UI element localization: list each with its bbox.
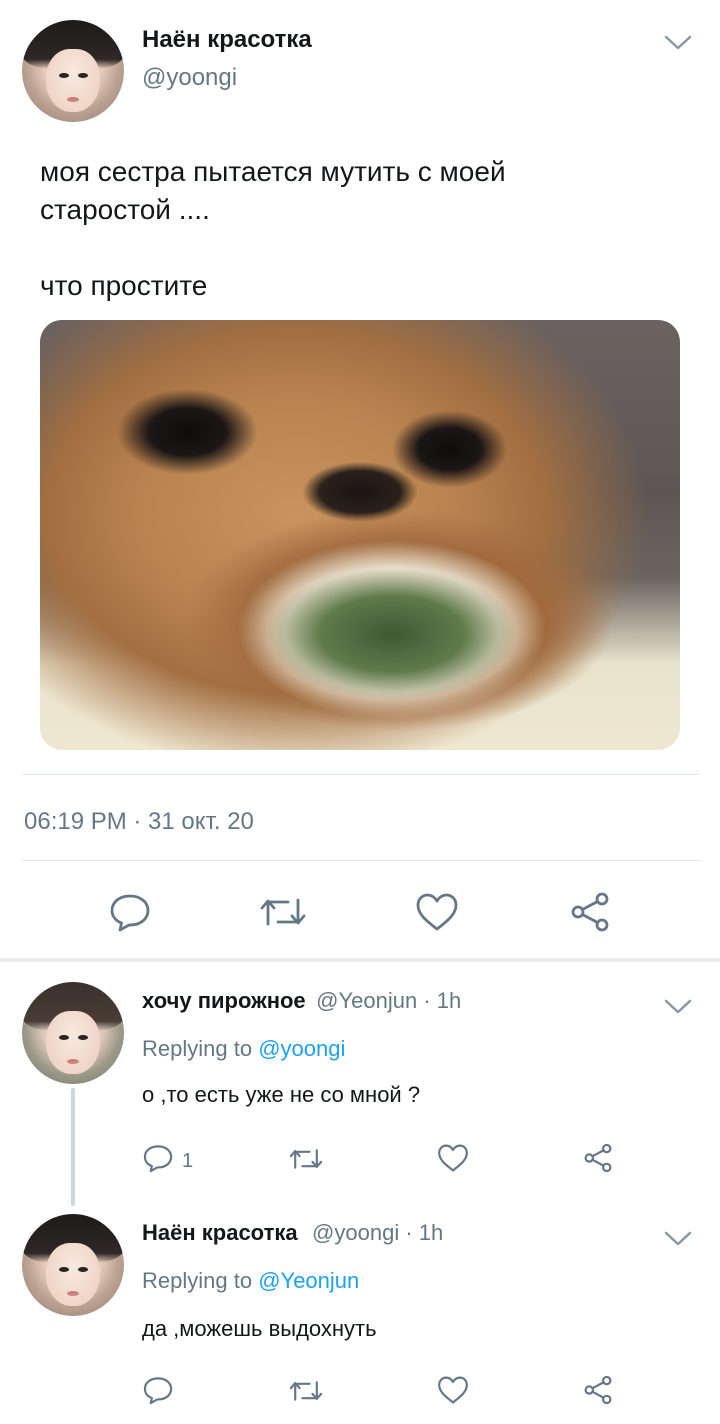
- tweet-photo[interactable]: [40, 320, 680, 750]
- section-separator: [0, 958, 720, 962]
- chevron-down-icon[interactable]: [662, 994, 694, 1018]
- replying-to: Replying to @Yeonjun: [142, 1268, 359, 1294]
- replying-to-link[interactable]: @Yeonjun: [258, 1268, 359, 1293]
- reply-author-name[interactable]: хочу пирожное: [142, 988, 306, 1013]
- chevron-down-icon[interactable]: [662, 1226, 694, 1250]
- tweet-timestamp: 06:19 PM · 31 окт. 20: [24, 808, 254, 835]
- share-icon[interactable]: [568, 890, 612, 934]
- tweet-text-line-1: моя сестра пытается мутить с моей: [40, 156, 506, 187]
- tweet-text-line-3: что простите: [40, 270, 208, 301]
- reply-icon[interactable]: [142, 1142, 174, 1174]
- chevron-down-icon[interactable]: [662, 30, 694, 54]
- reply-author-name[interactable]: Наён красотка: [142, 1220, 298, 1245]
- reply-count: 1: [182, 1150, 194, 1172]
- tweet-text-line-2: старостой ....: [40, 194, 210, 225]
- author-handle[interactable]: @yoongi: [142, 64, 237, 92]
- thread-line: [71, 1088, 75, 1206]
- reply-author-handle[interactable]: @yoongi · 1h: [312, 1220, 443, 1245]
- reply-text: да ,можешь выдохнуть: [142, 1316, 377, 1341]
- author-avatar[interactable]: [22, 20, 124, 122]
- replying-to: Replying to @yoongi: [142, 1036, 345, 1062]
- replying-prefix: Replying to: [142, 1036, 253, 1061]
- retweet-icon[interactable]: [288, 1376, 324, 1406]
- author-name[interactable]: Наён красотка: [142, 26, 312, 54]
- retweet-icon[interactable]: [288, 1144, 324, 1174]
- reply-text: о ,то есть уже не со мной ?: [142, 1082, 421, 1107]
- divider: [22, 860, 700, 861]
- like-icon[interactable]: [414, 890, 460, 934]
- retweet-icon[interactable]: [258, 892, 308, 932]
- like-icon[interactable]: [436, 1142, 470, 1174]
- reply-icon[interactable]: [142, 1374, 174, 1406]
- share-icon[interactable]: [582, 1142, 614, 1174]
- reply-header: хочу пирожное @Yeonjun · 1h: [142, 988, 461, 1014]
- reply-avatar[interactable]: [22, 982, 124, 1084]
- divider: [22, 774, 700, 775]
- reply-header: Наён красотка @yoongi · 1h: [142, 1220, 443, 1246]
- replying-to-link[interactable]: @yoongi: [258, 1036, 345, 1061]
- share-icon[interactable]: [582, 1374, 614, 1406]
- reply-author-handle[interactable]: @Yeonjun · 1h: [316, 988, 461, 1013]
- reply-icon[interactable]: [108, 890, 152, 934]
- like-icon[interactable]: [436, 1374, 470, 1406]
- replying-prefix: Replying to: [142, 1268, 253, 1293]
- reply-avatar[interactable]: [22, 1214, 124, 1316]
